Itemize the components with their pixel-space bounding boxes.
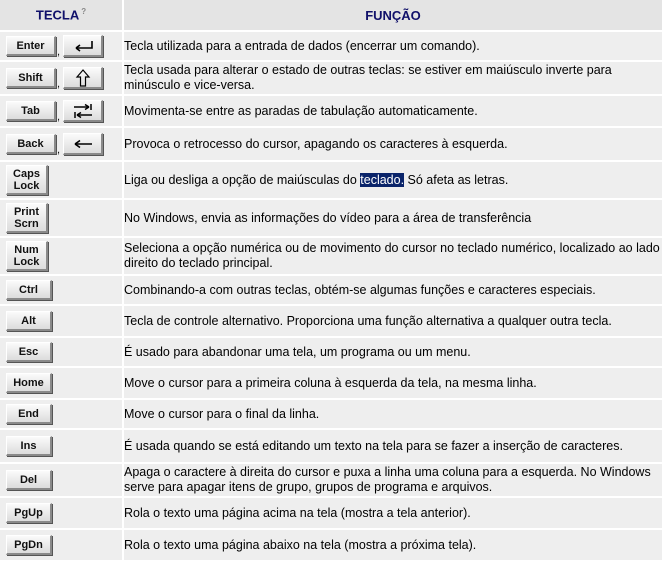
key-cell: Home xyxy=(0,367,124,400)
delete-key: Del xyxy=(6,470,52,490)
table-row: Esc É usado para abandonar uma tela, um … xyxy=(0,337,662,368)
key-description: No Windows, envia as informações do víde… xyxy=(123,199,662,238)
table-row: Home Move o cursor para a primeira colun… xyxy=(0,367,662,400)
key-description: Apaga o caractere à direita do cursor e … xyxy=(123,463,662,498)
enter-key: Enter xyxy=(6,36,56,56)
key-cell: End xyxy=(0,399,124,430)
key-description: Tecla usada para alterar o estado de out… xyxy=(123,61,662,96)
end-key: End xyxy=(6,404,52,424)
header-key-mark: ? xyxy=(81,7,87,17)
table-row: Enter , Tecla utilizada para a entrada d… xyxy=(0,31,662,62)
separator: , xyxy=(57,144,61,156)
key-label-line1: Print xyxy=(13,205,40,218)
table-row: Del Apaga o caractere à direita do curso… xyxy=(0,463,662,498)
key-cell: Tab , xyxy=(0,95,124,128)
ctrl-key: Ctrl xyxy=(6,280,52,300)
table-row: Tab , Movimenta-se entre as paradas de t… xyxy=(0,95,662,128)
key-description: Rola o texto uma página abaixo na tela (… xyxy=(123,529,662,562)
home-key: Home xyxy=(6,373,52,393)
key-cell: Ins xyxy=(0,429,124,464)
key-cell: Alt xyxy=(0,305,124,338)
description-text: Só afeta as letras. xyxy=(404,172,509,187)
key-description: Combinando-a com outras teclas, obtém-se… xyxy=(123,275,662,306)
shift-key: Shift xyxy=(6,68,56,88)
key-description: Rola o texto uma página acima na tela (m… xyxy=(123,497,662,530)
separator: , xyxy=(57,111,61,123)
key-description: Provoca o retrocesso do cursor, apagando… xyxy=(123,127,662,162)
key-cell: Num Lock xyxy=(0,237,124,276)
caps-lock-key: Caps Lock xyxy=(6,165,48,195)
key-label-line2: Lock xyxy=(13,179,40,192)
insert-key: Ins xyxy=(6,436,52,456)
key-description: Tecla de controle alternativo. Proporcio… xyxy=(123,305,662,338)
key-cell: Enter , xyxy=(0,31,124,62)
enter-arrow-icon xyxy=(63,35,104,57)
backspace-key: Back xyxy=(6,134,56,154)
table-row: Alt Tecla de controle alternativo. Propo… xyxy=(0,305,662,338)
table-row: Back , Provoca o retrocesso do cursor, a… xyxy=(0,127,662,162)
backspace-arrow-icon xyxy=(63,133,104,155)
table-row: Ins É usada quando se está editando um t… xyxy=(0,429,662,464)
key-cell: PgDn xyxy=(0,529,124,562)
print-screen-key: Print Scrn xyxy=(6,203,48,233)
key-cell: Caps Lock xyxy=(0,161,124,200)
key-label-line1: Num xyxy=(14,243,39,256)
keyboard-keys-table: TECLA? FUNÇÃO Enter , Tecla utilizada pa… xyxy=(0,0,662,562)
key-cell: Back , xyxy=(0,127,124,162)
num-lock-key: Num Lock xyxy=(6,241,48,271)
separator: , xyxy=(57,78,61,90)
tab-arrows-icon xyxy=(63,100,104,122)
key-description: É usado para abandonar uma tela, um prog… xyxy=(123,337,662,368)
table-row: Ctrl Combinando-a com outras teclas, obt… xyxy=(0,275,662,306)
key-cell: Print Scrn xyxy=(0,199,124,238)
key-cell: PgUp xyxy=(0,497,124,530)
page-down-key: PgDn xyxy=(6,535,52,555)
shift-arrow-icon xyxy=(63,67,104,89)
separator: , xyxy=(57,46,61,58)
key-description: É usada quando se está editando um texto… xyxy=(123,429,662,464)
key-cell: Esc xyxy=(0,337,124,368)
header-key-column: TECLA? xyxy=(0,0,124,32)
table-row: PgUp Rola o texto uma página acima na te… xyxy=(0,497,662,530)
page-up-key: PgUp xyxy=(6,503,52,523)
description-text: Liga ou desliga a opção de maiúsculas do xyxy=(124,172,361,187)
key-label-line2: Scrn xyxy=(14,217,39,230)
table-row: End Move o cursor para o final da linha. xyxy=(0,399,662,430)
table-row: Num Lock Seleciona a opção numérica ou de… xyxy=(0,237,662,276)
alt-key: Alt xyxy=(6,311,52,331)
table-header-row: TECLA? FUNÇÃO xyxy=(0,0,662,32)
key-description: Seleciona a opção numérica ou de movimen… xyxy=(123,237,662,276)
key-cell: Shift , xyxy=(0,61,124,96)
table-row: Caps Lock Liga ou desliga a opção de maiú… xyxy=(0,161,662,200)
key-label-line1: Caps xyxy=(13,167,40,180)
key-description: Move o cursor para o final da linha. xyxy=(123,399,662,430)
header-key-label: TECLA xyxy=(35,7,80,23)
key-cell: Del xyxy=(0,463,124,498)
key-description: Tecla utilizada para a entrada de dados … xyxy=(123,31,662,62)
key-cell: Ctrl xyxy=(0,275,124,306)
table-row: Shift , Tecla usada para alterar o estad… xyxy=(0,61,662,96)
highlighted-word[interactable]: teclado. xyxy=(360,172,405,187)
key-description: Movimenta-se entre as paradas de tabulaç… xyxy=(123,95,662,128)
table-row: Print Scrn No Windows, envia as informaçõ… xyxy=(0,199,662,238)
header-function-column: FUNÇÃO xyxy=(123,0,662,32)
table-row: PgDn Rola o texto uma página abaixo na t… xyxy=(0,529,662,562)
tab-key: Tab xyxy=(6,101,56,121)
key-description: Liga ou desliga a opção de maiúsculas do… xyxy=(123,161,662,200)
esc-key: Esc xyxy=(6,342,52,362)
key-description: Move o cursor para a primeira coluna à e… xyxy=(123,367,662,400)
key-label-line2: Lock xyxy=(13,255,40,268)
